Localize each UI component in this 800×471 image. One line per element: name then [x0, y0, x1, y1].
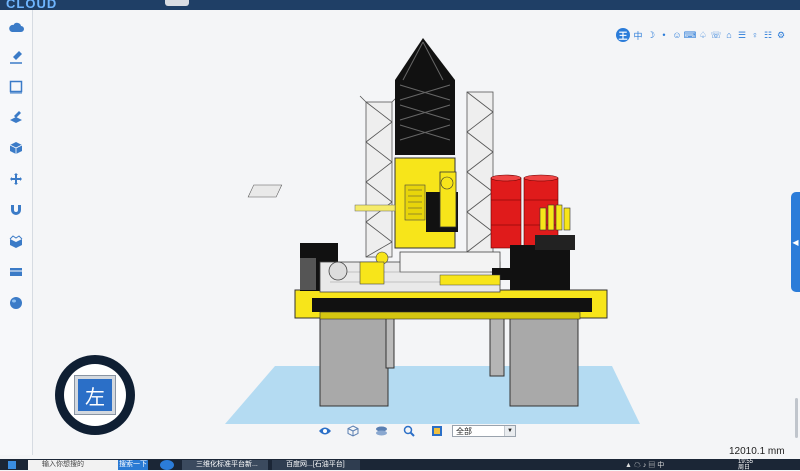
bottom-toolbar: [318, 424, 444, 438]
windows-start-icon[interactable]: [8, 461, 16, 469]
taskbar-app-2[interactable]: 百度网...[石油平台]: [272, 460, 360, 470]
scale-readout: 12010.1 mm: [729, 446, 785, 457]
taskbar-app-1[interactable]: 三维化标准平台新...: [182, 460, 268, 470]
keyboard-icon[interactable]: ⌨: [684, 29, 697, 41]
title-bar: CLOUD: [0, 0, 800, 11]
language-icon[interactable]: 中: [633, 29, 643, 41]
view-cube-face[interactable]: 左: [75, 376, 115, 414]
zoom-icon[interactable]: [402, 424, 416, 438]
taskbar-search-button[interactable]: 搜索一下: [118, 460, 148, 470]
layers-edit-icon[interactable]: [7, 108, 25, 126]
layers-icon[interactable]: [374, 424, 388, 438]
top-tab[interactable]: [165, 0, 189, 6]
os-taskbar: 输入你想搜的 搜索一下 三维化标准平台新... 百度网...[石油平台] ▲ ☁…: [0, 459, 800, 471]
person-icon[interactable]: ♀: [750, 29, 760, 41]
rectangle-icon[interactable]: [7, 78, 25, 96]
chevron-left-icon: ◀: [792, 237, 799, 247]
dot-icon[interactable]: •: [659, 29, 669, 41]
smile-icon[interactable]: ☺: [672, 29, 682, 41]
brush-icon[interactable]: [7, 48, 25, 66]
clock-day: 周日: [738, 465, 751, 471]
ime-indicator[interactable]: 中: [657, 462, 664, 469]
menu-icon[interactable]: ☰: [737, 29, 747, 41]
taskbar-clock[interactable]: 19:55 周日: [738, 459, 753, 471]
phone-icon[interactable]: ☏: [710, 29, 721, 41]
left-toolbar: [0, 10, 33, 455]
image-icon[interactable]: [430, 424, 444, 438]
grid-icon[interactable]: ☷: [763, 29, 773, 41]
view-cube-ring: 左: [64, 364, 126, 426]
user-icon[interactable]: 王: [616, 28, 630, 42]
scrollbar-thumb[interactable]: [795, 398, 798, 438]
magnet-icon[interactable]: [7, 201, 25, 219]
3d-viewport[interactable]: 王 中 ☽ • ☺ ⌨ ♤ ☏ ⌂ ☰ ♀ ☷ ⚙ ◀: [33, 10, 800, 455]
home-icon[interactable]: ⌂: [724, 29, 734, 41]
settings-icon[interactable]: ⚙: [776, 29, 786, 41]
moon-icon[interactable]: ☽: [646, 29, 656, 41]
chevron-down-icon: ▼: [504, 426, 515, 436]
cube-icon[interactable]: [7, 139, 25, 157]
view-cube[interactable]: 左: [55, 355, 135, 435]
cloud-icon[interactable]: [7, 18, 25, 36]
system-tray: ▲ ☁ ♪ ▤ 中: [625, 460, 664, 470]
tray-icons[interactable]: ▲ ☁ ♪ ▤: [625, 462, 657, 469]
spade-icon[interactable]: ♤: [698, 29, 708, 41]
display-filter-select[interactable]: 全部 ▼: [452, 425, 516, 437]
sphere-icon[interactable]: [7, 294, 25, 312]
view-toolbar: 王 中 ☽ • ☺ ⌨ ♤ ☏ ⌂ ☰ ♀ ☷ ⚙: [616, 28, 786, 42]
move-icon[interactable]: [7, 170, 25, 188]
cube-view-icon[interactable]: [346, 424, 360, 438]
filter-value: 全部: [456, 427, 472, 436]
expand-panel-tab[interactable]: ◀: [791, 192, 800, 292]
oil-rig-model[interactable]: [33, 10, 800, 455]
browser-icon[interactable]: [160, 460, 174, 470]
box-open-icon[interactable]: [7, 232, 25, 250]
eye-icon[interactable]: [318, 424, 332, 438]
panel-icon[interactable]: [7, 263, 25, 281]
